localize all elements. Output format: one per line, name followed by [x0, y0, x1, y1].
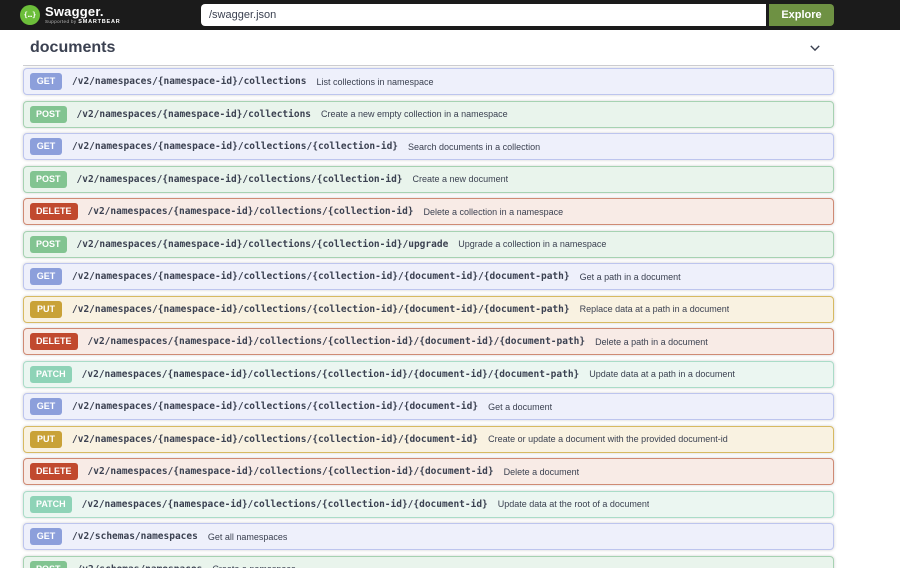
operation-description: Update data at the root of a document [497, 499, 650, 509]
operation-path: /v2/namespaces/{namespace-id}/collection… [76, 108, 312, 120]
tag-title-documents[interactable]: documents [30, 39, 115, 57]
operation-path: /v2/namespaces/{namespace-id}/collection… [72, 76, 307, 87]
method-badge: DELETE [30, 333, 78, 350]
operation-row-get[interactable]: GET /v2/schemas/namespaces Get all names… [23, 523, 834, 550]
operations-list: GET /v2/namespaces/{namespace-id}/collec… [23, 66, 834, 568]
supported-by-label: Supported by [45, 18, 79, 24]
operation-path: /v2/namespaces/{namespace-id}/collection… [76, 173, 403, 185]
operation-path: /v2/namespaces/{namespace-id}/collection… [87, 466, 494, 477]
method-badge: POST [30, 560, 67, 568]
operation-description: Create or update a document with the pro… [488, 434, 728, 444]
api-wrapper: documents GET /v2/namespaces/{namespace-… [0, 30, 900, 568]
operation-row-post[interactable]: POST /v2/namespaces/{namespace-id}/colle… [23, 100, 834, 128]
operation-path: /v2/namespaces/{namespace-id}/collection… [81, 368, 580, 380]
operation-description: Get a path in a document [579, 271, 681, 282]
operation-path: /v2/schemas/namespaces [77, 564, 203, 568]
method-badge: GET [30, 268, 62, 285]
operation-description: Get all namespaces [207, 531, 288, 542]
operation-path: /v2/namespaces/{namespace-id}/collection… [87, 336, 586, 347]
method-badge: GET [30, 528, 62, 545]
operation-path: /v2/schemas/namespaces [72, 531, 198, 542]
operation-row-delete[interactable]: DELETE /v2/namespaces/{namespace-id}/col… [23, 328, 834, 355]
operation-path: /v2/namespaces/{namespace-id}/collection… [87, 206, 414, 217]
method-badge: GET [30, 138, 62, 155]
operation-row-patch[interactable]: PATCH /v2/namespaces/{namespace-id}/coll… [23, 490, 834, 518]
operation-row-get[interactable]: GET /v2/namespaces/{namespace-id}/collec… [23, 133, 834, 160]
chevron-down-icon[interactable] [806, 39, 824, 57]
method-badge: PUT [30, 430, 62, 448]
method-badge: POST [30, 170, 67, 188]
method-badge: PUT [30, 300, 62, 318]
spec-url-input[interactable] [201, 4, 766, 26]
operation-description: Create a new empty collection in a names… [321, 109, 508, 119]
operation-description: Create a namespace [212, 564, 296, 568]
operation-row-post[interactable]: POST /v2/namespaces/{namespace-id}/colle… [23, 165, 834, 193]
operation-path: /v2/namespaces/{namespace-id}/collection… [72, 141, 399, 152]
operation-row-put[interactable]: PUT /v2/namespaces/{namespace-id}/collec… [23, 425, 834, 453]
operation-description: Create a new document [412, 174, 509, 184]
method-badge: GET [30, 73, 62, 90]
operation-description: Get a document [488, 401, 553, 412]
operation-path: /v2/namespaces/{namespace-id}/collection… [72, 433, 479, 445]
smartbear-label: SMARTBEAR [78, 18, 121, 25]
operation-description: Replace data at a path in a document [579, 304, 730, 314]
method-badge: PATCH [30, 365, 72, 383]
operation-path: /v2/namespaces/{namespace-id}/collection… [72, 401, 479, 412]
method-badge: GET [30, 398, 62, 415]
download-url-wrapper: Explore [201, 4, 834, 26]
method-badge: DELETE [30, 203, 78, 220]
swagger-brackets-glyph: {…} [23, 10, 37, 19]
swagger-logo-title: Swagger. [45, 3, 104, 19]
topbar: {…} Swagger. Supported by SMARTBEAR Expl… [0, 0, 900, 30]
swagger-logo-icon: {…} [20, 5, 40, 25]
operation-description: Update data at a path in a document [589, 369, 735, 379]
tag-section-header: documents [23, 30, 834, 66]
method-badge: POST [30, 235, 67, 253]
operation-path: /v2/namespaces/{namespace-id}/collection… [81, 498, 488, 510]
swagger-logo-text: Swagger. Supported by SMARTBEAR [45, 5, 121, 26]
operation-description: Delete a document [503, 466, 580, 477]
operation-path: /v2/namespaces/{namespace-id}/collection… [72, 303, 570, 315]
swagger-logo-subtitle: Supported by SMARTBEAR [45, 18, 121, 26]
operation-description: Upgrade a collection in a namespace [458, 239, 607, 249]
operation-row-delete[interactable]: DELETE /v2/namespaces/{namespace-id}/col… [23, 198, 834, 225]
method-badge: DELETE [30, 463, 78, 480]
operation-description: Search documents in a collection [408, 141, 541, 152]
operation-path: /v2/namespaces/{namespace-id}/collection… [72, 271, 570, 282]
operation-row-get[interactable]: GET /v2/namespaces/{namespace-id}/collec… [23, 263, 834, 290]
explore-button[interactable]: Explore [769, 4, 834, 26]
operation-row-put[interactable]: PUT /v2/namespaces/{namespace-id}/collec… [23, 295, 834, 323]
method-badge: POST [30, 105, 67, 123]
operation-description: Delete a path in a document [595, 336, 708, 347]
operation-row-get[interactable]: GET /v2/namespaces/{namespace-id}/collec… [23, 68, 834, 95]
operation-description: List collections in namespace [316, 76, 434, 87]
swagger-logo[interactable]: {…} Swagger. Supported by SMARTBEAR [20, 5, 121, 26]
operation-row-post[interactable]: POST /v2/schemas/namespaces Create a nam… [23, 555, 834, 568]
operation-path: /v2/namespaces/{namespace-id}/collection… [76, 238, 449, 250]
operation-row-patch[interactable]: PATCH /v2/namespaces/{namespace-id}/coll… [23, 360, 834, 388]
operation-row-delete[interactable]: DELETE /v2/namespaces/{namespace-id}/col… [23, 458, 834, 485]
method-badge: PATCH [30, 495, 72, 513]
operation-row-get[interactable]: GET /v2/namespaces/{namespace-id}/collec… [23, 393, 834, 420]
operation-description: Delete a collection in a namespace [423, 206, 564, 217]
operation-row-post[interactable]: POST /v2/namespaces/{namespace-id}/colle… [23, 230, 834, 258]
